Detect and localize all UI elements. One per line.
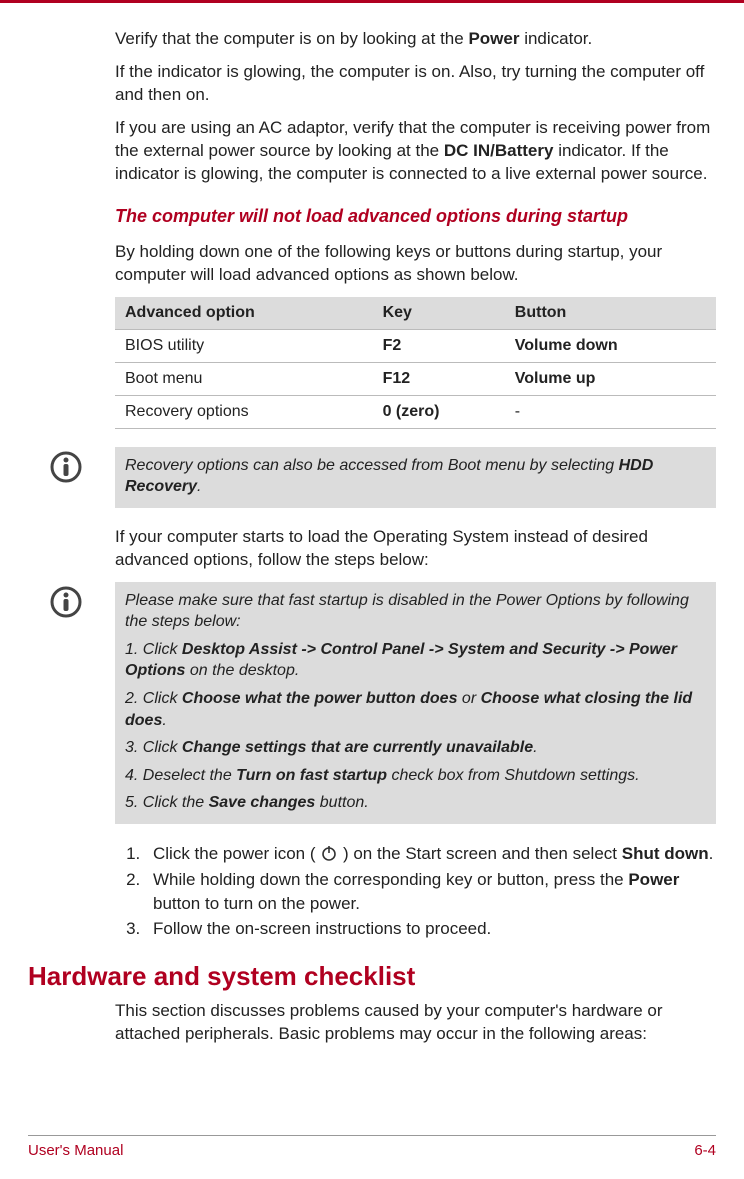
table-row: Boot menu F12 Volume up: [115, 362, 716, 395]
advanced-options-table: Advanced option Key Button BIOS utility …: [115, 297, 716, 429]
td-option: Recovery options: [115, 395, 373, 428]
bold-text: Change settings that are currently unava…: [182, 739, 533, 756]
paragraph-6: This section discusses problems caused b…: [115, 1000, 716, 1046]
th-button: Button: [505, 297, 716, 330]
footer-right: 6-4: [694, 1142, 716, 1159]
th-key: Key: [373, 297, 505, 330]
bold-text: Choose what the power button does: [182, 690, 458, 707]
note-block-1: Recovery options can also be accessed fr…: [50, 447, 716, 508]
text: check box from Shutdown settings.: [387, 767, 640, 784]
paragraph-3: If you are using an AC adaptor, verify t…: [115, 117, 716, 186]
text: Verify that the computer is on by lookin…: [115, 29, 468, 48]
note-line: Please make sure that fast startup is di…: [125, 590, 706, 633]
paragraph-4: By holding down one of the following key…: [115, 241, 716, 287]
td-option: BIOS utility: [115, 329, 373, 362]
footer-left: User's Manual: [28, 1142, 123, 1159]
text: button to turn on the power.: [153, 894, 360, 913]
paragraph-5: If your computer starts to load the Oper…: [115, 526, 716, 572]
text: button.: [315, 794, 368, 811]
text: 1. Click: [125, 641, 182, 658]
numbered-steps: Click the power icon ( ) on the Start sc…: [115, 842, 716, 941]
list-item: While holding down the corresponding key…: [145, 868, 716, 916]
note-step: 2. Click Choose what the power button do…: [125, 688, 706, 731]
td-option: Boot menu: [115, 362, 373, 395]
list-item: Click the power icon ( ) on the Start sc…: [145, 842, 716, 866]
note-step: 4. Deselect the Turn on fast startup che…: [125, 765, 706, 787]
text: 4. Deselect the: [125, 767, 236, 784]
power-icon: [320, 844, 338, 862]
text: 3. Click: [125, 739, 182, 756]
th-option: Advanced option: [115, 297, 373, 330]
note-body: Please make sure that fast startup is di…: [115, 582, 716, 824]
list-item: Follow the on-screen instructions to pro…: [145, 917, 716, 941]
note-step: 1. Click Desktop Assist -> Control Panel…: [125, 639, 706, 682]
note-step: 5. Click the Save changes button.: [125, 792, 706, 814]
bold-text: Turn on fast startup: [236, 767, 387, 784]
td-button: Volume down: [505, 329, 716, 362]
paragraph-1: Verify that the computer is on by lookin…: [115, 28, 716, 51]
text: .: [709, 844, 714, 863]
text: While holding down the corresponding key…: [153, 870, 628, 889]
table-row: BIOS utility F2 Volume down: [115, 329, 716, 362]
td-key: F12: [373, 362, 505, 395]
text: on the desktop.: [185, 662, 299, 679]
td-button: Volume up: [505, 362, 716, 395]
info-icon: [50, 586, 82, 618]
text: or: [457, 690, 480, 707]
text: .: [162, 712, 166, 729]
text: .: [533, 739, 537, 756]
note-body: Recovery options can also be accessed fr…: [115, 447, 716, 508]
top-red-bar: [0, 0, 744, 3]
text: Recovery options can also be accessed fr…: [125, 457, 619, 474]
table-header-row: Advanced option Key Button: [115, 297, 716, 330]
hardware-checklist-heading: Hardware and system checklist: [28, 961, 716, 992]
paragraph-2: If the indicator is glowing, the compute…: [115, 61, 716, 107]
text: indicator.: [519, 29, 592, 48]
section-heading-startup: The computer will not load advanced opti…: [115, 206, 716, 227]
note-step: 3. Click Change settings that are curren…: [125, 737, 706, 759]
td-key: 0 (zero): [373, 395, 505, 428]
td-button: -: [505, 395, 716, 428]
table-row: Recovery options 0 (zero) -: [115, 395, 716, 428]
bold-text: Power: [628, 870, 679, 889]
page-footer: User's Manual 6-4: [28, 1135, 716, 1159]
note-block-2: Please make sure that fast startup is di…: [50, 582, 716, 824]
note-text: Recovery options can also be accessed fr…: [125, 455, 706, 498]
page-content: Verify that the computer is on by lookin…: [0, 0, 744, 1046]
text: 5. Click the: [125, 794, 209, 811]
text: 2. Click: [125, 690, 182, 707]
bold-text: DC IN/Battery: [444, 141, 554, 160]
bold-text: Power: [468, 29, 519, 48]
text: Click the power icon (: [153, 844, 320, 863]
text: .: [197, 478, 201, 495]
info-icon: [50, 451, 82, 483]
text: ) on the Start screen and then select: [338, 844, 622, 863]
bold-text: Shut down: [622, 844, 709, 863]
bold-text: Save changes: [209, 794, 316, 811]
td-key: F2: [373, 329, 505, 362]
